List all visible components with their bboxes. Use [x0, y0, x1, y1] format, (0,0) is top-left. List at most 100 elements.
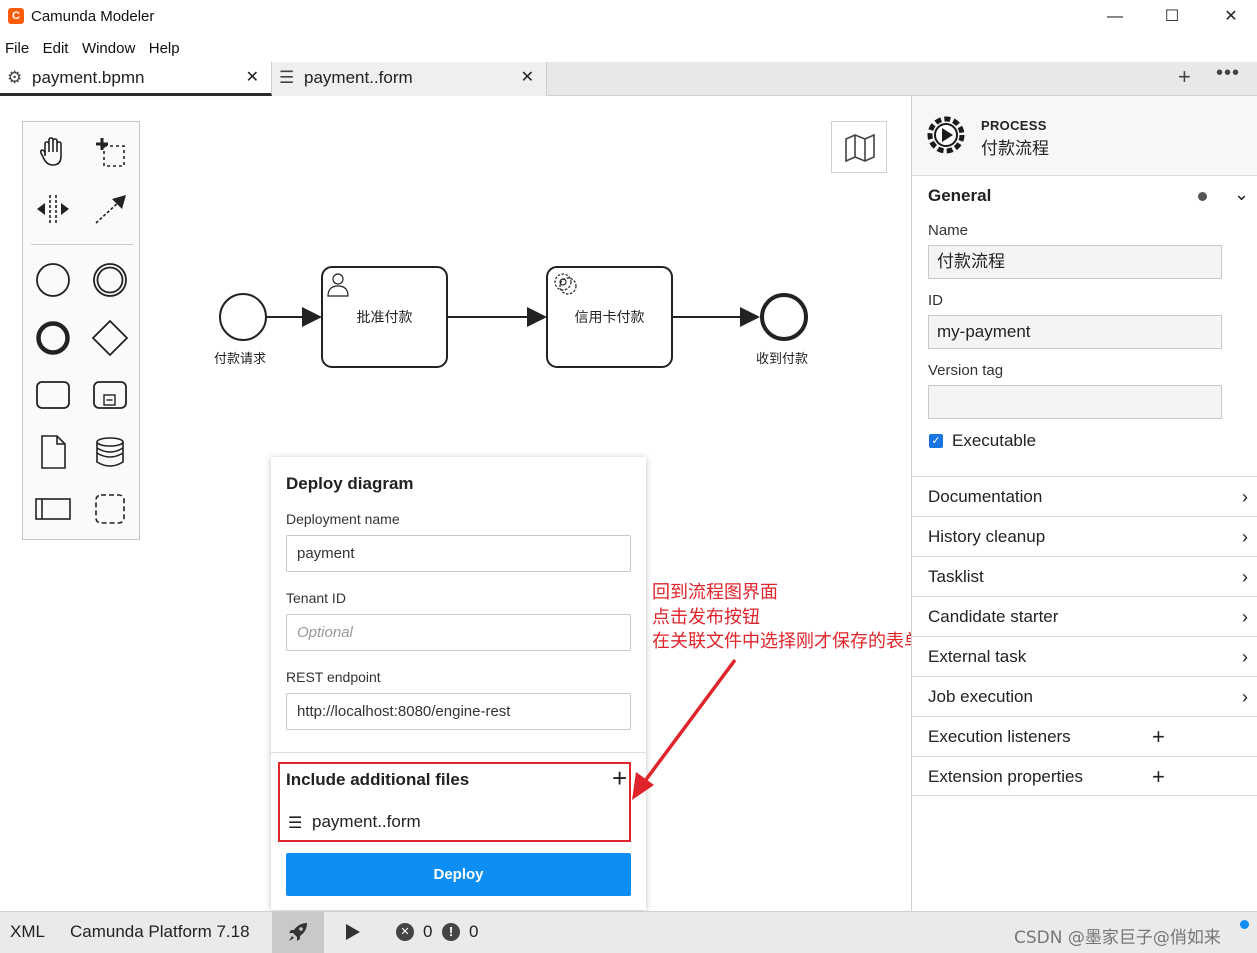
- deploy-diagram-overlay: Deploy diagram Deployment name payment T…: [271, 457, 646, 910]
- menu-help[interactable]: Help: [144, 36, 184, 57]
- menu-file[interactable]: File: [0, 36, 33, 57]
- xml-toggle-button[interactable]: XML: [10, 922, 45, 942]
- pool-icon[interactable]: [33, 489, 73, 529]
- id-label: ID: [928, 292, 943, 309]
- menu-edit[interactable]: Edit: [38, 36, 73, 57]
- notification-dot: [1240, 920, 1249, 929]
- section-external-task[interactable]: External task ›: [912, 636, 1257, 676]
- deploy-button[interactable]: Deploy: [286, 853, 631, 896]
- version-tag-input[interactable]: [928, 385, 1222, 419]
- status-bar: XML Camunda Platform 7.18 ✕ 0 ! 0 CSDN @…: [0, 911, 1257, 953]
- executable-checkbox[interactable]: ✓: [929, 434, 943, 448]
- chevron-right-icon: ›: [1242, 487, 1248, 507]
- window-title: Camunda Modeler: [31, 8, 155, 25]
- id-input[interactable]: my-payment: [928, 315, 1222, 349]
- section-label: Extension properties: [928, 767, 1083, 786]
- palette-divider: [31, 244, 133, 245]
- tab-bar: ⚙ payment.bpmn ✕ ☰ payment..form ✕ + •••: [0, 62, 1257, 96]
- name-input[interactable]: 付款流程: [928, 245, 1222, 279]
- tab-payment-bpmn[interactable]: ⚙ payment.bpmn ✕: [0, 62, 272, 96]
- add-tab-button[interactable]: +: [1178, 64, 1191, 90]
- deploy-rocket-button[interactable]: [272, 912, 324, 953]
- add-icon[interactable]: +: [1152, 757, 1165, 797]
- start-event[interactable]: [219, 293, 267, 341]
- section-candidate-starter[interactable]: Candidate starter ›: [912, 596, 1257, 636]
- bpmn-diagram: [219, 266, 808, 368]
- properties-header: PROCESS 付款流程: [912, 96, 1257, 176]
- gear-icon: ⚙: [7, 68, 23, 87]
- tenant-id-label: Tenant ID: [286, 590, 346, 606]
- element-name: 付款流程: [981, 139, 1049, 158]
- form-file-icon: ☰: [288, 815, 303, 832]
- form-icon: ☰: [279, 68, 295, 87]
- annotation-line-2: 点击发布按钮: [652, 607, 760, 628]
- section-history-cleanup[interactable]: History cleanup ›: [912, 516, 1257, 556]
- process-icon: [927, 116, 965, 154]
- deployment-name-label: Deployment name: [286, 511, 400, 527]
- section-job-execution[interactable]: Job execution ›: [912, 676, 1257, 716]
- general-group-label[interactable]: General: [928, 186, 991, 206]
- close-window-button[interactable]: ✕: [1211, 4, 1251, 30]
- section-tasklist[interactable]: Tasklist ›: [912, 556, 1257, 596]
- warning-count: 0: [469, 922, 479, 941]
- hand-tool-icon[interactable]: [33, 132, 73, 172]
- start-event-label: 付款请求: [214, 352, 267, 367]
- tenant-id-input[interactable]: Optional: [286, 614, 631, 651]
- section-label: Tasklist: [928, 567, 984, 586]
- tab-payment-form[interactable]: ☰ payment..form ✕: [272, 62, 547, 96]
- section-execution-listeners[interactable]: Execution listeners +: [912, 716, 1257, 756]
- data-object-icon[interactable]: [33, 432, 73, 472]
- more-options-button[interactable]: •••: [1216, 62, 1240, 85]
- divider: [271, 752, 646, 753]
- play-icon[interactable]: [344, 922, 362, 942]
- subprocess-icon[interactable]: [90, 375, 130, 415]
- start-event-icon[interactable]: [33, 260, 73, 300]
- add-icon[interactable]: +: [1152, 717, 1165, 757]
- rest-endpoint-input[interactable]: http://localhost:8080/engine-rest: [286, 693, 631, 730]
- user-task-label: 批准付款: [356, 310, 413, 326]
- deploy-title: Deploy diagram: [286, 474, 414, 493]
- group-icon[interactable]: [90, 489, 130, 529]
- maximize-button[interactable]: ☐: [1152, 4, 1192, 30]
- tool-palette: [22, 121, 140, 540]
- name-label: Name: [928, 222, 969, 239]
- end-event-icon[interactable]: [33, 318, 73, 358]
- annotation-arrow: [632, 658, 737, 800]
- included-file-item[interactable]: payment..form: [312, 812, 421, 832]
- tab-label: payment.bpmn: [32, 68, 145, 87]
- section-extension-properties[interactable]: Extension properties +: [912, 756, 1257, 796]
- rocket-icon: [289, 923, 307, 941]
- minimap-toggle-button[interactable]: [831, 121, 887, 173]
- error-count: 0: [423, 922, 433, 941]
- chevron-right-icon: ›: [1242, 527, 1248, 547]
- menu-bar: File Edit Window Help: [0, 36, 1257, 62]
- section-label: External task: [928, 647, 1027, 666]
- section-documentation[interactable]: Documentation ›: [912, 476, 1257, 516]
- section-label: Candidate starter: [928, 607, 1059, 626]
- title-bar: C Camunda Modeler — ☐ ✕: [0, 0, 1257, 36]
- task-icon[interactable]: [33, 375, 73, 415]
- minimize-button[interactable]: —: [1095, 4, 1135, 30]
- end-event[interactable]: [760, 293, 808, 341]
- data-marker-dot: [1198, 192, 1207, 201]
- lasso-tool-icon[interactable]: [90, 132, 130, 172]
- warning-icon[interactable]: !: [442, 923, 460, 941]
- version-tag-label: Version tag: [928, 362, 1004, 379]
- camunda-logo-icon: C: [8, 8, 24, 24]
- error-icon[interactable]: ✕: [396, 923, 414, 941]
- intermediate-event-icon[interactable]: [90, 260, 130, 300]
- global-connect-tool-icon[interactable]: [90, 189, 130, 229]
- service-task-label: 信用卡付款: [574, 310, 645, 326]
- close-tab-icon[interactable]: ✕: [246, 62, 259, 94]
- deployment-name-input[interactable]: payment: [286, 535, 631, 572]
- menu-window[interactable]: Window: [77, 36, 139, 57]
- rest-endpoint-label: REST endpoint: [286, 669, 381, 685]
- close-tab-icon[interactable]: ✕: [521, 62, 534, 94]
- gateway-icon[interactable]: [90, 318, 130, 358]
- space-tool-icon[interactable]: [33, 189, 73, 229]
- execution-platform-selector[interactable]: Camunda Platform 7.18: [70, 922, 250, 942]
- data-store-icon[interactable]: [90, 432, 130, 472]
- element-type: PROCESS: [981, 118, 1047, 133]
- chevron-down-icon[interactable]: ⌄: [1234, 184, 1249, 205]
- end-event-label: 收到付款: [756, 352, 809, 367]
